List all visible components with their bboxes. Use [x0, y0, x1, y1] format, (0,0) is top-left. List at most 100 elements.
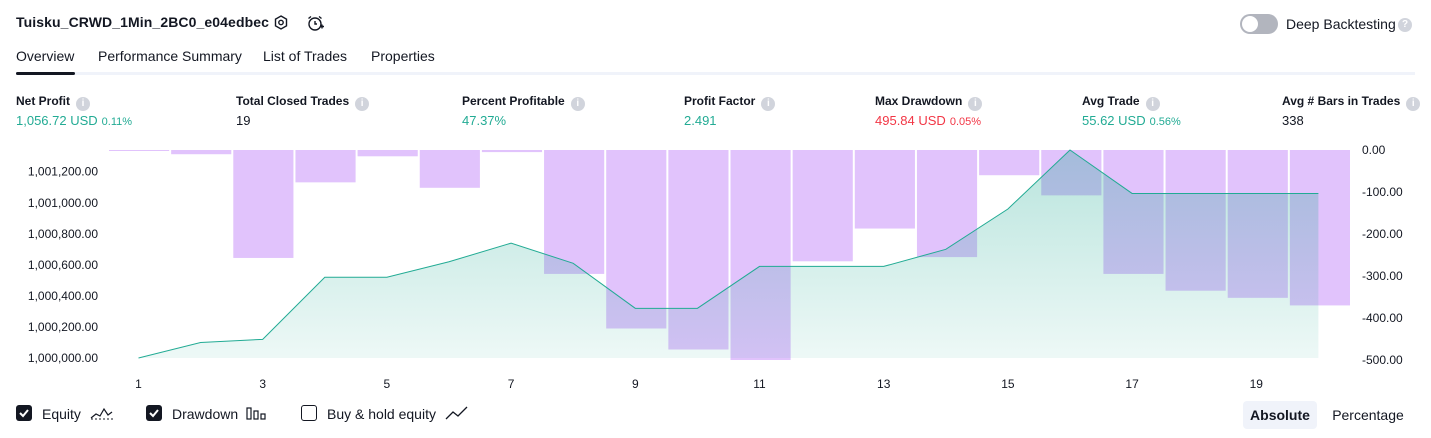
tab-list-of-trades[interactable]: List of Trades	[263, 48, 347, 64]
deep-backtesting-label: Deep Backtesting	[1286, 16, 1396, 32]
x-tick-label: 5	[384, 377, 391, 391]
add-alert-icon[interactable]	[306, 14, 324, 32]
metric-value: 2.491	[684, 113, 717, 128]
buyhold-label: Buy & hold equity	[327, 406, 436, 422]
metric-label-text: Total Closed Trades	[236, 94, 350, 108]
drawdown-bar	[233, 150, 294, 258]
metric-value-text: 47.37%	[462, 113, 507, 128]
y-right-tick-label: -300.00	[1362, 269, 1403, 283]
metric-label: Profit Factor i	[684, 94, 776, 111]
metric-label: Avg Trade i	[1082, 94, 1160, 111]
drawdown-bar	[171, 150, 232, 155]
info-icon[interactable]: i	[761, 97, 776, 111]
x-tick-label: 13	[877, 377, 891, 391]
x-tick-label: 3	[259, 377, 266, 391]
absolute-button[interactable]: Absolute	[1243, 401, 1317, 429]
tabs-divider	[16, 72, 1415, 75]
metric-label-text: Net Profit	[16, 94, 70, 108]
metric-value-text: 55.62 USD	[1082, 113, 1146, 128]
metric-value-text: 2.491	[684, 113, 717, 128]
y-left-tick-label: 1,001,200.00	[28, 165, 98, 179]
metric-value: 495.84 USD 0.05%	[875, 113, 981, 128]
drawdown-bar	[979, 150, 1040, 176]
info-icon[interactable]: i	[1145, 97, 1160, 111]
help-icon[interactable]: ?	[1398, 18, 1412, 32]
drawdown-bar	[544, 150, 605, 274]
metric-label: Avg # Bars in Trades i	[1282, 94, 1421, 111]
metric-value-text: 495.84 USD	[875, 113, 946, 128]
metric-label-text: Percent Profitable	[462, 94, 565, 108]
metric-value: 47.37%	[462, 113, 506, 128]
metric-label: Total Closed Trades i	[236, 94, 370, 111]
y-right-tick-label: -100.00	[1362, 185, 1403, 199]
tab-properties[interactable]: Properties	[371, 48, 435, 64]
legend-buy-hold[interactable]: Buy & hold equity	[301, 404, 481, 424]
equity-checkbox[interactable]	[16, 405, 32, 421]
metric-percent: 0.05%	[949, 116, 982, 128]
x-tick-label: 1	[135, 377, 142, 391]
drawdown-bar	[481, 150, 543, 153]
metric-percent: 0.11%	[101, 116, 133, 128]
metric-value: 338	[1282, 113, 1304, 128]
metric-value: 55.62 USD 0.56%	[1082, 113, 1181, 128]
metric-label-text: Avg Trade	[1082, 94, 1140, 108]
legend-drawdown[interactable]: Drawdown	[146, 404, 276, 424]
y-left-tick-label: 1,000,200.00	[28, 320, 98, 334]
drawdown-label: Drawdown	[172, 406, 239, 422]
metric-value: 19	[236, 113, 250, 128]
info-icon[interactable]: i	[1406, 97, 1421, 111]
x-tick-label: 15	[1001, 377, 1015, 391]
info-icon[interactable]: i	[968, 97, 983, 111]
equity-line-icon	[90, 404, 116, 425]
drawdown-bar	[792, 150, 853, 262]
y-right-tick-label: -500.00	[1362, 353, 1403, 367]
toggle-knob	[1242, 16, 1258, 32]
percentage-button[interactable]: Percentage	[1322, 401, 1414, 429]
drawdown-bar	[109, 150, 170, 151]
metric-value-text: 338	[1282, 113, 1304, 128]
drawdown-bar	[419, 150, 480, 188]
equity-drawdown-chart: 1,001,200.00 1,001,000.00 1,000,800.00 1,00…	[28, 143, 1403, 391]
metric-label-text: Avg # Bars in Trades	[1282, 94, 1401, 108]
buyhold-line-icon	[445, 404, 469, 425]
settings-icon[interactable]	[272, 14, 290, 32]
x-tick-label: 7	[508, 377, 515, 391]
y-right-tick-label: -400.00	[1362, 311, 1403, 325]
strategy-title: Tuisku_CRWD_1Min_2BC0_e04edbec	[16, 14, 270, 30]
y-left-tick-label: 1,000,400.00	[28, 289, 98, 303]
drawdown-checkbox[interactable]	[146, 405, 162, 421]
drawdown-bar	[854, 150, 915, 229]
x-tick-label: 19	[1250, 377, 1264, 391]
legend-equity[interactable]: Equity	[16, 404, 116, 424]
drawdown-bars-icon	[246, 404, 268, 425]
metric-value-text: 19	[236, 113, 251, 128]
buyhold-checkbox[interactable]	[301, 405, 317, 421]
metric-label: Max Drawdown i	[875, 94, 983, 111]
y-left-tick-label: 1,000,000.00	[28, 351, 98, 365]
y-left-tick-label: 1,000,800.00	[28, 227, 98, 241]
drawdown-bar	[295, 150, 356, 183]
x-tick-label: 17	[1125, 377, 1139, 391]
y-right-tick-label: 0.00	[1362, 143, 1386, 157]
metric-label: Net Profit i	[16, 94, 90, 111]
x-tick-label: 11	[753, 377, 766, 391]
x-tick-label: 9	[632, 377, 639, 391]
y-right-tick-label: -200.00	[1362, 227, 1403, 241]
active-tab-indicator	[16, 72, 75, 75]
metric-percent: 0.56%	[1149, 116, 1181, 128]
metric-value: 1,056.72 USD 0.11%	[16, 113, 132, 128]
info-icon[interactable]: i	[355, 97, 370, 111]
drawdown-bar	[357, 150, 418, 157]
info-icon[interactable]: i	[76, 97, 90, 111]
info-icon[interactable]: i	[570, 97, 585, 111]
tab-overview[interactable]: Overview	[16, 48, 74, 64]
metric-value-text: 1,056.72 USD	[16, 113, 98, 128]
metric-label-text: Max Drawdown	[875, 94, 963, 108]
deep-backtesting-toggle[interactable]	[1240, 14, 1278, 34]
tab-performance-summary[interactable]: Performance Summary	[98, 48, 242, 64]
y-left-tick-label: 1,000,600.00	[28, 258, 98, 272]
metric-label: Percent Profitable i	[462, 94, 585, 111]
metric-label-text: Profit Factor	[684, 94, 756, 108]
y-left-tick-label: 1,001,000.00	[28, 196, 98, 210]
equity-label: Equity	[42, 406, 81, 422]
